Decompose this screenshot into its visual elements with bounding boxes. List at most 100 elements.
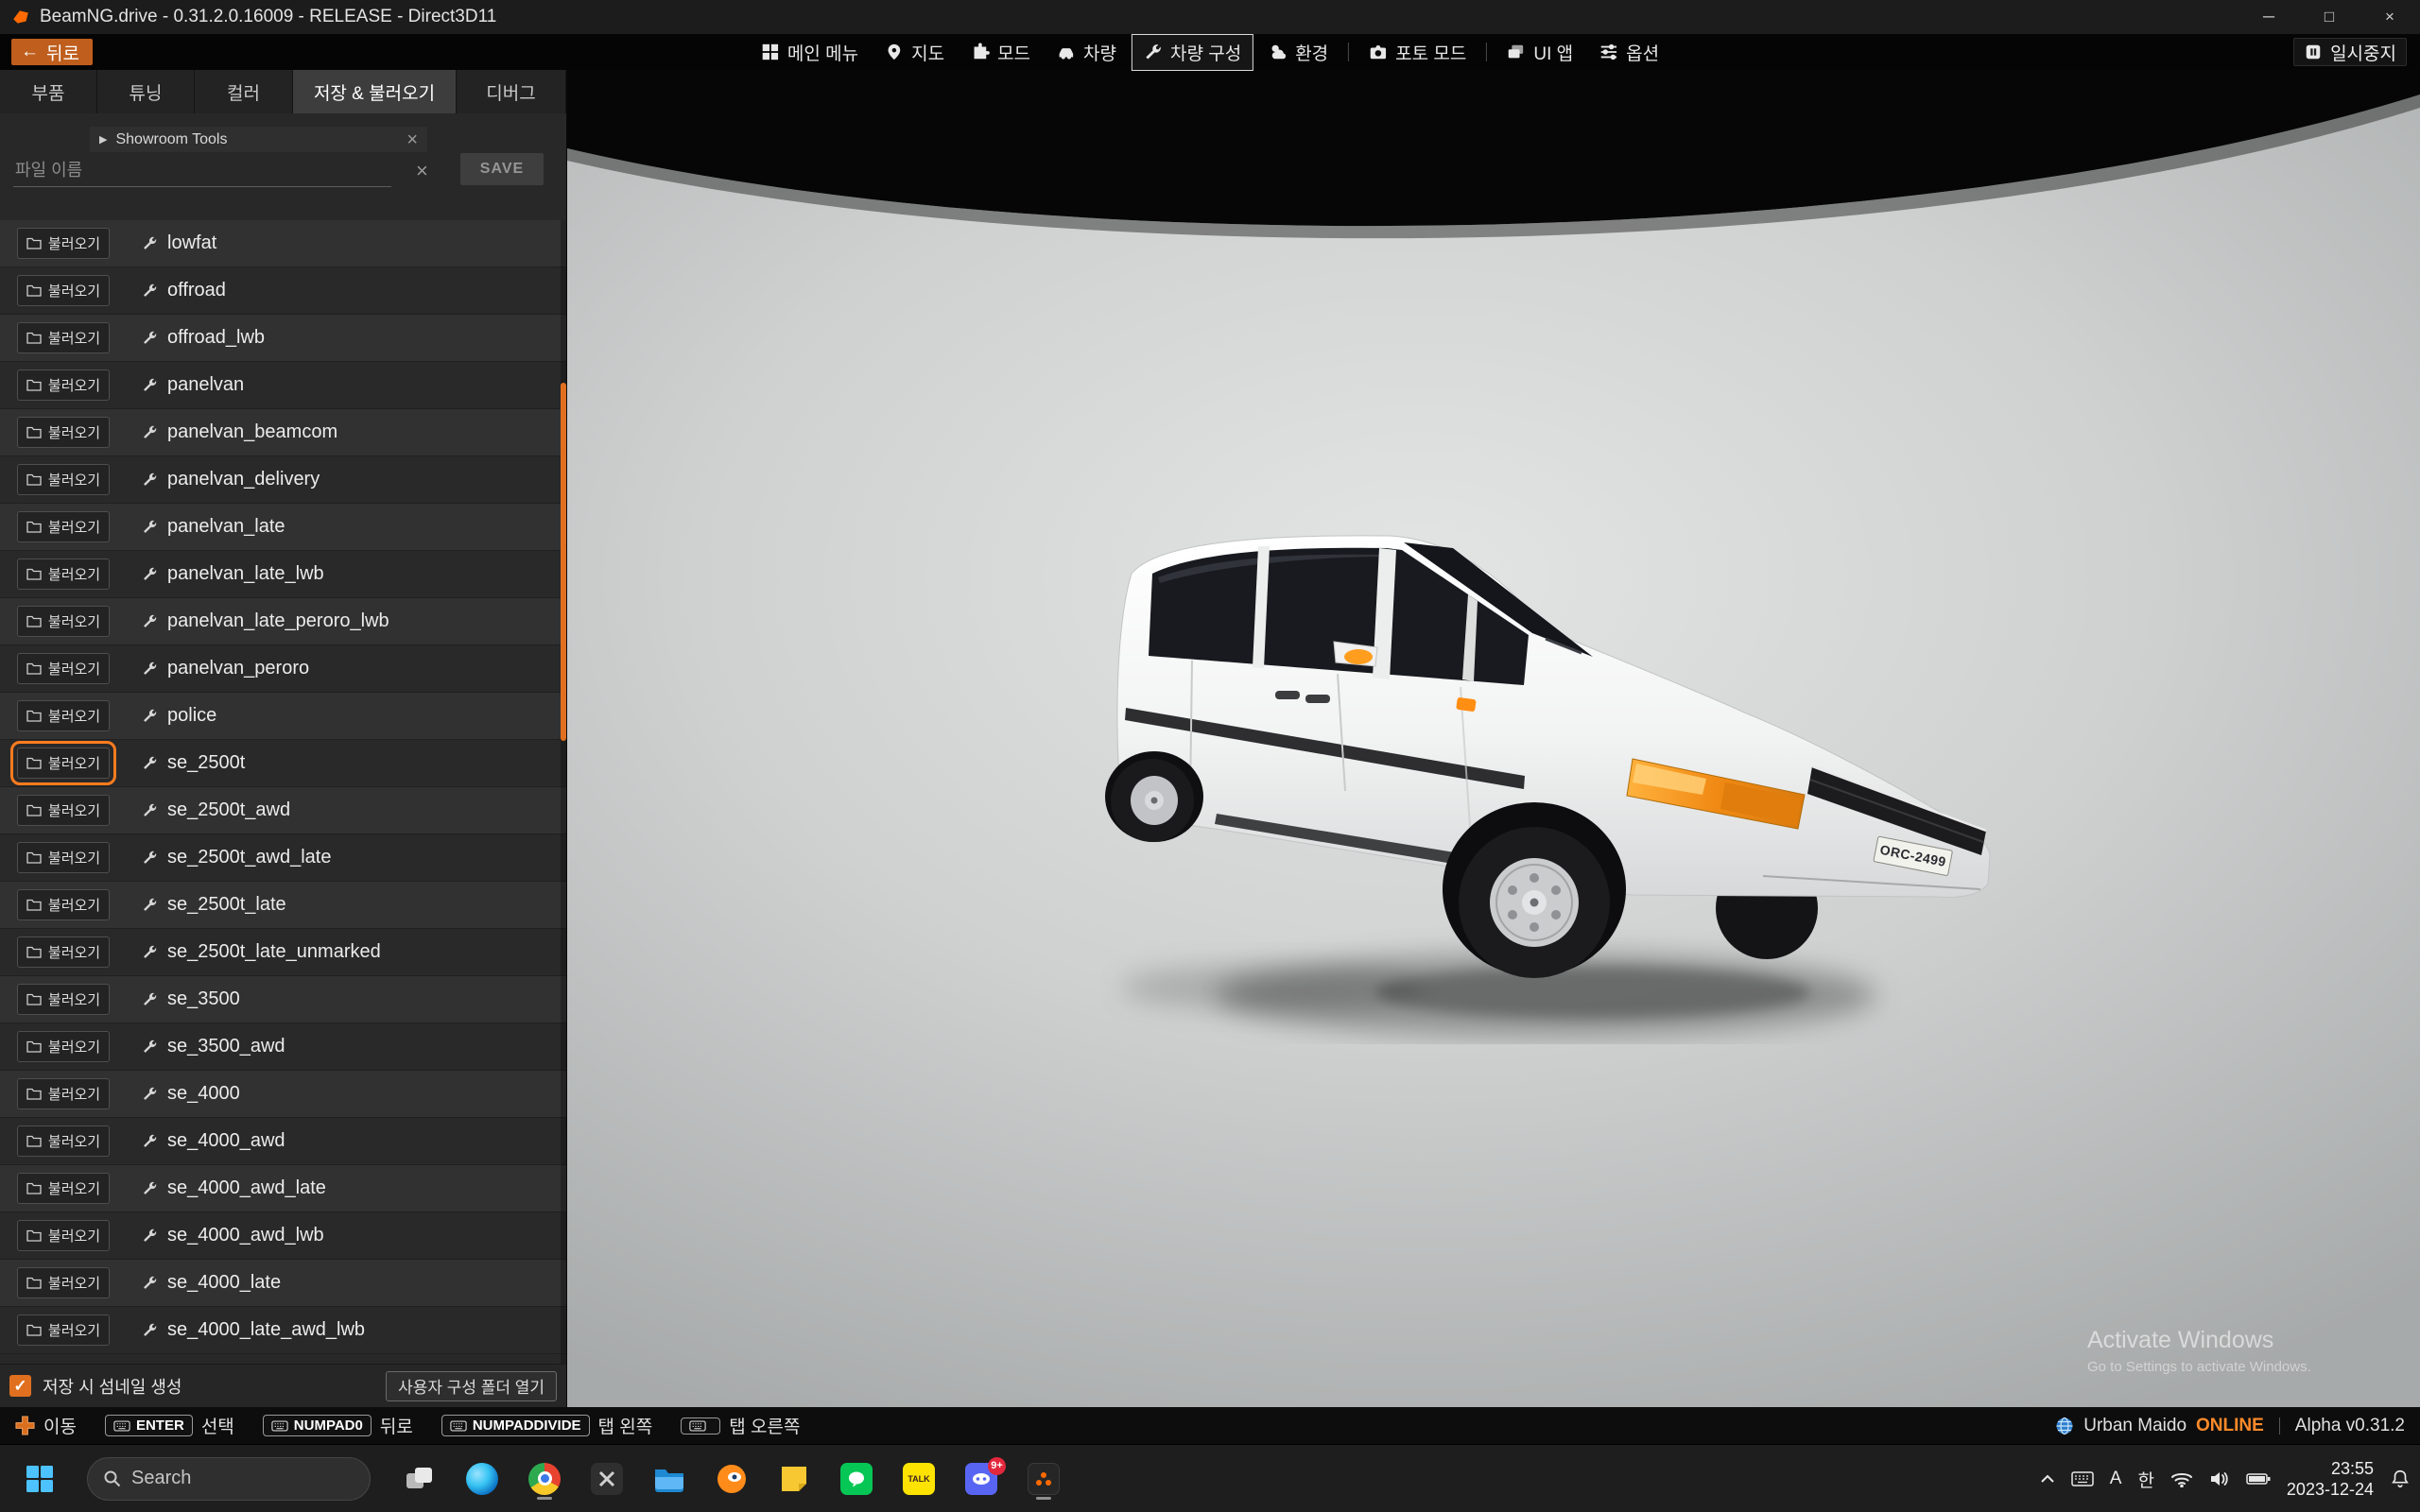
nav-main-menu[interactable]: 메인 메뉴 [750, 35, 870, 70]
config-row[interactable]: 불러오기 panelvan_late_peroro_lwb [0, 598, 566, 645]
notes-app-icon[interactable] [771, 1456, 817, 1502]
config-row[interactable]: 불러오기 se_4000_awd [0, 1118, 566, 1165]
load-label: 불러오기 [48, 1320, 100, 1340]
load-button[interactable]: 불러오기 [17, 842, 110, 873]
config-row[interactable]: 불러오기 panelvan_beamcom [0, 409, 566, 456]
load-button[interactable]: 불러오기 [17, 747, 110, 779]
load-button[interactable]: 불러오기 [17, 558, 110, 590]
minimize-button[interactable]: ─ [2238, 0, 2299, 34]
battery-icon[interactable] [2246, 1472, 2271, 1486]
load-button[interactable]: 불러오기 [17, 511, 110, 542]
nav-ui-apps[interactable]: UI 앱 [1495, 35, 1584, 70]
close-icon[interactable]: × [406, 130, 418, 149]
config-row[interactable]: 불러오기 se_2500t_late [0, 882, 566, 929]
nav-photo-mode[interactable]: 포토 모드 [1357, 35, 1478, 70]
chevron-up-icon[interactable] [2040, 1474, 2055, 1484]
config-row[interactable]: 불러오기 se_2500t [0, 740, 566, 787]
config-row[interactable]: 불러오기 panelvan_late_lwb [0, 551, 566, 598]
blender-icon[interactable] [709, 1456, 754, 1502]
config-row[interactable]: 불러오기 se_2500t_awd [0, 787, 566, 834]
load-button[interactable]: 불러오기 [17, 606, 110, 637]
close-button[interactable]: × [2360, 0, 2420, 34]
load-button[interactable]: 불러오기 [17, 653, 110, 684]
discord-icon[interactable]: 9+ [959, 1456, 1004, 1502]
load-button[interactable]: 불러오기 [17, 700, 110, 731]
config-row[interactable]: 불러오기 se_4000_awd_lwb [0, 1212, 566, 1260]
expander-icon[interactable]: ▶ [99, 133, 107, 146]
tab-save-load[interactable]: 저장 & 불러오기 [293, 70, 457, 113]
pause-button[interactable]: 일시중지 [2293, 38, 2407, 66]
start-button[interactable] [17, 1456, 62, 1502]
config-name: se_2500t_awd_late [167, 847, 331, 868]
config-row[interactable]: 불러오기 se_4000_late_awd_lwb [0, 1307, 566, 1354]
nav-vehicles[interactable]: 차량 [1046, 35, 1128, 70]
load-button[interactable]: 불러오기 [17, 1220, 110, 1251]
load-button[interactable]: 불러오기 [17, 936, 110, 968]
tab-debug[interactable]: 디버그 [457, 70, 566, 113]
config-row[interactable]: 불러오기 se_2500t_awd_late [0, 834, 566, 882]
x-app-icon[interactable] [584, 1456, 630, 1502]
config-row[interactable]: 불러오기 panelvan_late [0, 504, 566, 551]
volume-icon[interactable] [2209, 1470, 2230, 1487]
nav-mods[interactable]: 모드 [959, 35, 1042, 70]
config-row[interactable]: 불러오기 se_4000_awd_late [0, 1165, 566, 1212]
ime-latin-indicator[interactable]: A [2110, 1469, 2122, 1489]
config-row[interactable]: 불러오기 se_3500 [0, 976, 566, 1023]
load-button[interactable]: 불러오기 [17, 1173, 110, 1204]
kakaotalk-icon[interactable]: TALK [896, 1456, 942, 1502]
load-button[interactable]: 불러오기 [17, 1031, 110, 1062]
chrome-icon[interactable] [522, 1456, 567, 1502]
file-explorer-icon[interactable] [647, 1456, 692, 1502]
config-row[interactable]: 불러오기 lowfat [0, 220, 566, 267]
thumbnail-checkbox[interactable]: ✓ [9, 1375, 31, 1397]
open-config-folder-button[interactable]: 사용자 구성 폴더 열기 [386, 1371, 557, 1401]
filename-input[interactable] [13, 155, 391, 187]
config-row[interactable]: 불러오기 se_3500_awd [0, 1023, 566, 1071]
tab-tuning[interactable]: 튜닝 [97, 70, 195, 113]
config-row[interactable]: 불러오기 police [0, 693, 566, 740]
config-row[interactable]: 불러오기 se_4000_late [0, 1260, 566, 1307]
taskbar-search[interactable]: Search [87, 1457, 371, 1501]
load-button[interactable]: 불러오기 [17, 417, 110, 448]
wifi-icon[interactable] [2170, 1470, 2193, 1487]
tab-parts[interactable]: 부품 [0, 70, 97, 113]
config-row[interactable]: 불러오기 panelvan_peroro [0, 645, 566, 693]
config-row[interactable]: 불러오기 panelvan_delivery [0, 456, 566, 504]
back-button[interactable]: ← 뒤로 [11, 39, 93, 65]
load-button[interactable]: 불러오기 [17, 1267, 110, 1298]
nav-options[interactable]: 옵션 [1588, 35, 1670, 70]
viewport-3d[interactable]: ORC-2499 Activate Windows Go to Settings… [567, 70, 2420, 1407]
load-button[interactable]: 불러오기 [17, 1314, 110, 1346]
maximize-button[interactable]: □ [2299, 0, 2360, 34]
load-button[interactable]: 불러오기 [17, 228, 110, 259]
config-row[interactable]: 불러오기 offroad [0, 267, 566, 315]
load-button[interactable]: 불러오기 [17, 464, 110, 495]
load-button[interactable]: 불러오기 [17, 984, 110, 1015]
nav-vehicle-config[interactable]: 차량 구성 [1132, 34, 1253, 71]
touch-keyboard-icon[interactable] [2071, 1471, 2094, 1486]
taskbar-clock[interactable]: 23:55 2023-12-24 [2287, 1458, 2374, 1500]
nav-environment[interactable]: 환경 [1257, 35, 1340, 70]
line-app-icon[interactable] [834, 1456, 879, 1502]
load-button[interactable]: 불러오기 [17, 369, 110, 401]
nav-map[interactable]: 지도 [873, 35, 956, 70]
panel-scrollbar[interactable] [561, 383, 566, 741]
load-button[interactable]: 불러오기 [17, 322, 110, 353]
beamng-taskbar-icon[interactable] [1021, 1456, 1066, 1502]
ime-korean-indicator[interactable]: 한 [2137, 1467, 2153, 1492]
load-button[interactable]: 불러오기 [17, 275, 110, 306]
save-button[interactable]: SAVE [460, 153, 544, 185]
edge-icon[interactable] [459, 1456, 505, 1502]
config-row[interactable]: 불러오기 se_2500t_late_unmarked [0, 929, 566, 976]
config-row[interactable]: 불러오기 offroad_lwb [0, 315, 566, 362]
load-button[interactable]: 불러오기 [17, 889, 110, 920]
clear-input-icon[interactable]: × [416, 159, 428, 183]
load-button[interactable]: 불러오기 [17, 795, 110, 826]
task-view-icon[interactable] [397, 1456, 442, 1502]
load-button[interactable]: 불러오기 [17, 1078, 110, 1109]
load-button[interactable]: 불러오기 [17, 1125, 110, 1157]
tab-color[interactable]: 컬러 [195, 70, 293, 113]
notification-bell-icon[interactable] [2390, 1468, 2411, 1490]
config-row[interactable]: 불러오기 panelvan [0, 362, 566, 409]
config-row[interactable]: 불러오기 se_4000 [0, 1071, 566, 1118]
